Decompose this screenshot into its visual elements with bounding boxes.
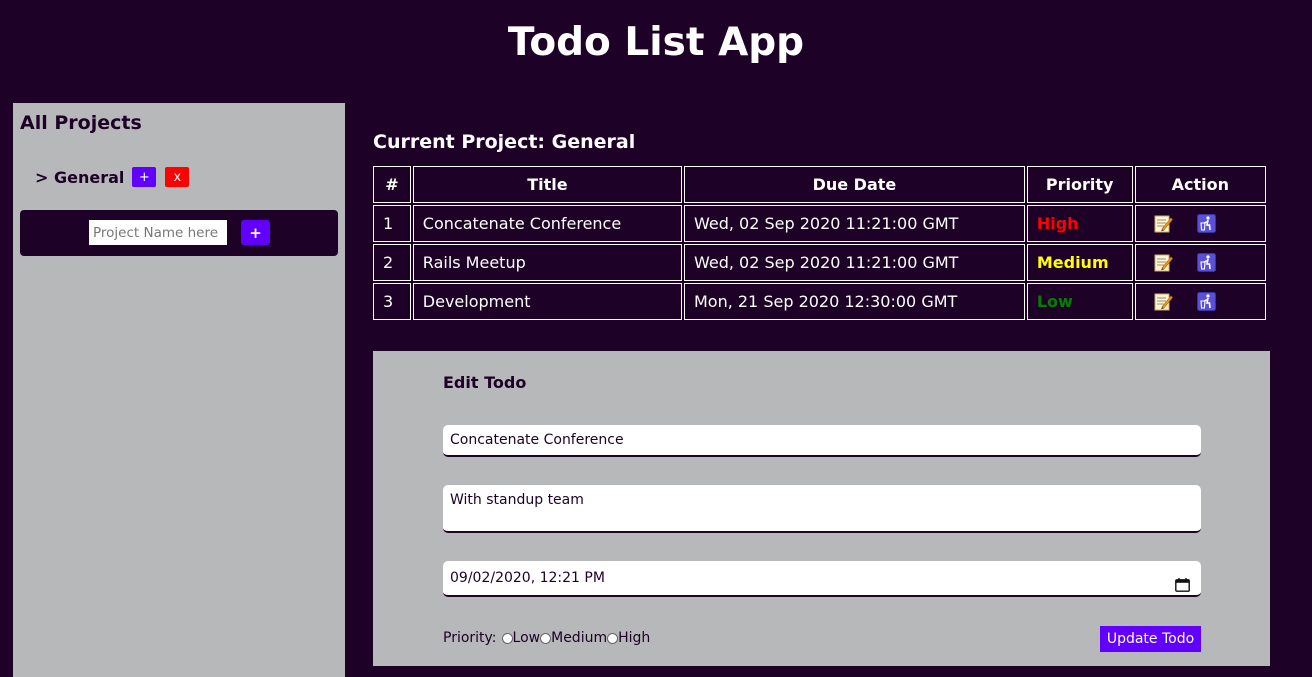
- add-project-button[interactable]: +: [241, 220, 270, 245]
- edit-icon[interactable]: [1154, 214, 1173, 233]
- action-cell: [1134, 244, 1266, 281]
- priority-radio-high[interactable]: [607, 632, 619, 644]
- column-header-number: #: [373, 166, 411, 203]
- todo-table: # Title Due Date Priority Action 1 Conca…: [371, 164, 1268, 322]
- sidebar-heading: All Projects: [20, 112, 142, 134]
- row-number: 2: [373, 244, 411, 281]
- edit-icon[interactable]: [1154, 292, 1173, 311]
- trash-icon[interactable]: [1196, 253, 1216, 272]
- todo-title: Concatenate Conference: [412, 205, 682, 242]
- column-header-title: Title: [412, 166, 682, 203]
- column-header-priority: Priority: [1026, 166, 1133, 203]
- table-row: 3 Development Mon, 21 Sep 2020 12:30:00 …: [373, 283, 1266, 320]
- action-cell: [1134, 205, 1266, 242]
- table-row: 2 Rails Meetup Wed, 02 Sep 2020 11:21:00…: [373, 244, 1266, 281]
- calendar-icon[interactable]: [1175, 571, 1190, 592]
- trash-icon[interactable]: [1196, 214, 1216, 233]
- update-todo-button[interactable]: Update Todo: [1100, 626, 1201, 652]
- todo-priority: Medium: [1026, 244, 1133, 281]
- current-project-title: Current Project: General: [373, 131, 636, 153]
- project-name[interactable]: > General: [35, 168, 124, 187]
- todo-title: Development: [412, 283, 682, 320]
- column-header-action: Action: [1134, 166, 1266, 203]
- todo-description-textarea[interactable]: With standup team: [443, 485, 1201, 533]
- trash-icon[interactable]: [1196, 292, 1216, 311]
- todo-title: Rails Meetup: [412, 244, 682, 281]
- table-row: 1 Concatenate Conference Wed, 02 Sep 202…: [373, 205, 1266, 242]
- projects-sidebar: All Projects > General + x +: [13, 103, 345, 677]
- priority-radio-group: Priority: Low Medium High: [443, 630, 650, 646]
- priority-option-medium: Medium: [551, 630, 608, 646]
- todo-priority: Low: [1026, 283, 1133, 320]
- action-cell: [1134, 283, 1266, 320]
- priority-radio-low[interactable]: [501, 632, 513, 644]
- delete-project-button[interactable]: x: [165, 167, 190, 187]
- row-number: 3: [373, 283, 411, 320]
- new-project-form: +: [20, 210, 338, 256]
- todo-due-date: Wed, 02 Sep 2020 11:21:00 GMT: [683, 244, 1025, 281]
- edit-todo-panel: Edit Todo Concatenate Conference With st…: [373, 351, 1270, 666]
- todo-due-date: Mon, 21 Sep 2020 12:30:00 GMT: [683, 283, 1025, 320]
- add-todo-button[interactable]: +: [132, 167, 157, 187]
- column-header-due-date: Due Date: [683, 166, 1025, 203]
- priority-option-low: Low: [512, 630, 541, 646]
- edit-todo-heading: Edit Todo: [443, 373, 527, 392]
- todo-title-input[interactable]: Concatenate Conference: [443, 425, 1201, 457]
- todo-due-date: Wed, 02 Sep 2020 11:21:00 GMT: [683, 205, 1025, 242]
- priority-radio-medium[interactable]: [540, 632, 552, 644]
- edit-icon[interactable]: [1154, 253, 1173, 272]
- project-name-input[interactable]: [89, 220, 227, 245]
- datetime-value: 09/02/2020, 12:21 PM: [450, 570, 605, 586]
- todo-due-datetime-input[interactable]: 09/02/2020, 12:21 PM: [443, 561, 1201, 597]
- row-number: 1: [373, 205, 411, 242]
- priority-option-high: High: [618, 630, 651, 646]
- priority-label: Priority:: [443, 630, 497, 646]
- project-item-general[interactable]: > General + x: [35, 167, 190, 187]
- todo-priority: High: [1026, 205, 1133, 242]
- app-title: Todo List App: [507, 20, 805, 65]
- table-header-row: # Title Due Date Priority Action: [373, 166, 1266, 203]
